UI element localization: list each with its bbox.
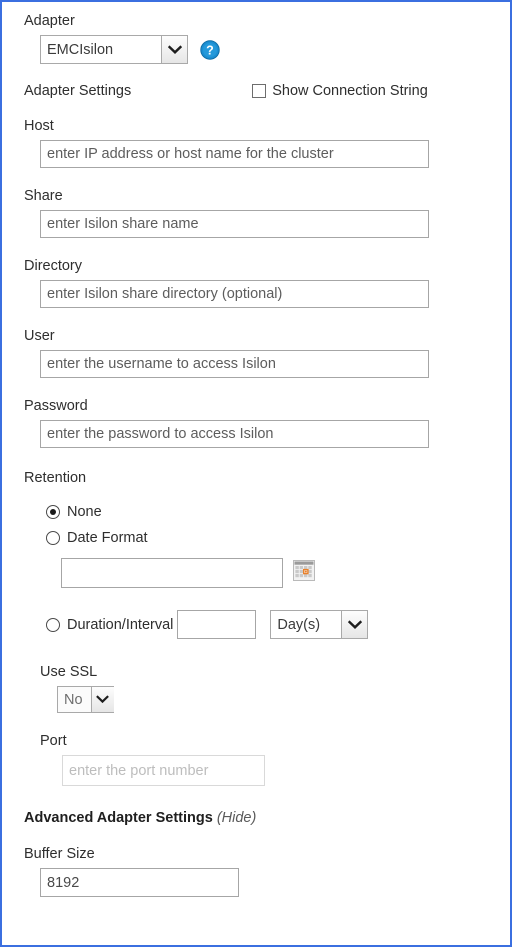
radio-none[interactable] bbox=[46, 505, 60, 519]
retention-option-none[interactable]: None bbox=[46, 504, 510, 520]
duration-unit-value: Day(s) bbox=[277, 616, 321, 633]
duration-value-input[interactable] bbox=[177, 610, 257, 639]
retention-label: Retention bbox=[24, 470, 87, 486]
show-connection-string-label: Show Connection String bbox=[272, 83, 428, 99]
adapter-settings-row: Adapter Settings Show Connection String bbox=[24, 81, 510, 101]
radio-duration-interval[interactable] bbox=[46, 617, 60, 632]
adapter-configuration-panel: Adapter EMCIsilon ? Adapter Settings Sho… bbox=[0, 0, 512, 947]
retention-option-duration[interactable]: Duration/Interval Day(s) bbox=[46, 610, 510, 639]
buffer-size-input[interactable] bbox=[40, 868, 239, 897]
adapter-label: Adapter bbox=[24, 13, 75, 29]
buffer-size-label: Buffer Size bbox=[24, 846, 95, 862]
host-field-wrap bbox=[40, 140, 510, 168]
retention-option-date-format[interactable]: Date Format bbox=[46, 530, 510, 546]
password-input[interactable] bbox=[40, 420, 429, 448]
date-format-row bbox=[61, 558, 510, 588]
adapter-select[interactable]: EMCIsilon bbox=[40, 35, 188, 64]
password-field-wrap bbox=[40, 420, 510, 448]
directory-field-wrap bbox=[40, 280, 510, 308]
use-ssl-label: Use SSL bbox=[40, 664, 98, 680]
share-label: Share bbox=[24, 188, 63, 204]
adapter-select-value: EMCIsilon bbox=[47, 41, 114, 58]
host-input[interactable] bbox=[40, 140, 429, 168]
calendar-icon[interactable] bbox=[293, 560, 315, 586]
retention-duration-label: Duration/Interval bbox=[67, 616, 174, 633]
advanced-adapter-settings-header: Advanced Adapter Settings (Hide) bbox=[24, 810, 510, 826]
use-ssl-value: No bbox=[58, 687, 91, 712]
show-connection-string-checkbox[interactable]: Show Connection String bbox=[252, 83, 428, 99]
share-input[interactable] bbox=[40, 210, 429, 238]
share-field-wrap bbox=[40, 210, 510, 238]
duration-unit-select[interactable]: Day(s) bbox=[270, 610, 369, 639]
password-label: Password bbox=[24, 398, 88, 414]
advanced-title: Advanced Adapter Settings bbox=[24, 810, 213, 826]
advanced-toggle-link[interactable]: (Hide) bbox=[217, 810, 256, 826]
port-field-wrap bbox=[62, 755, 510, 786]
port-input[interactable] bbox=[62, 755, 265, 786]
svg-text:?: ? bbox=[206, 43, 214, 57]
date-format-input[interactable] bbox=[61, 558, 283, 588]
help-icon[interactable]: ? bbox=[200, 39, 220, 60]
chevron-down-icon[interactable] bbox=[90, 687, 114, 712]
use-ssl-select[interactable]: No bbox=[57, 686, 114, 713]
checkbox-box[interactable] bbox=[252, 84, 267, 98]
host-label: Host bbox=[24, 118, 54, 134]
use-ssl-field-wrap: No bbox=[57, 686, 510, 713]
chevron-down-icon[interactable] bbox=[341, 611, 368, 638]
radio-date-format[interactable] bbox=[46, 531, 60, 545]
buffer-size-field-wrap bbox=[40, 868, 510, 897]
chevron-down-icon[interactable] bbox=[161, 36, 187, 63]
directory-label: Directory bbox=[24, 258, 83, 274]
directory-input[interactable] bbox=[40, 280, 429, 308]
retention-none-label: None bbox=[67, 504, 102, 520]
adapter-row: EMCIsilon ? bbox=[40, 35, 510, 64]
user-label: User bbox=[24, 328, 55, 344]
port-label: Port bbox=[40, 733, 67, 749]
adapter-settings-label: Adapter Settings bbox=[24, 83, 132, 99]
user-field-wrap bbox=[40, 350, 510, 378]
user-input[interactable] bbox=[40, 350, 429, 378]
retention-date-format-label: Date Format bbox=[67, 530, 148, 546]
